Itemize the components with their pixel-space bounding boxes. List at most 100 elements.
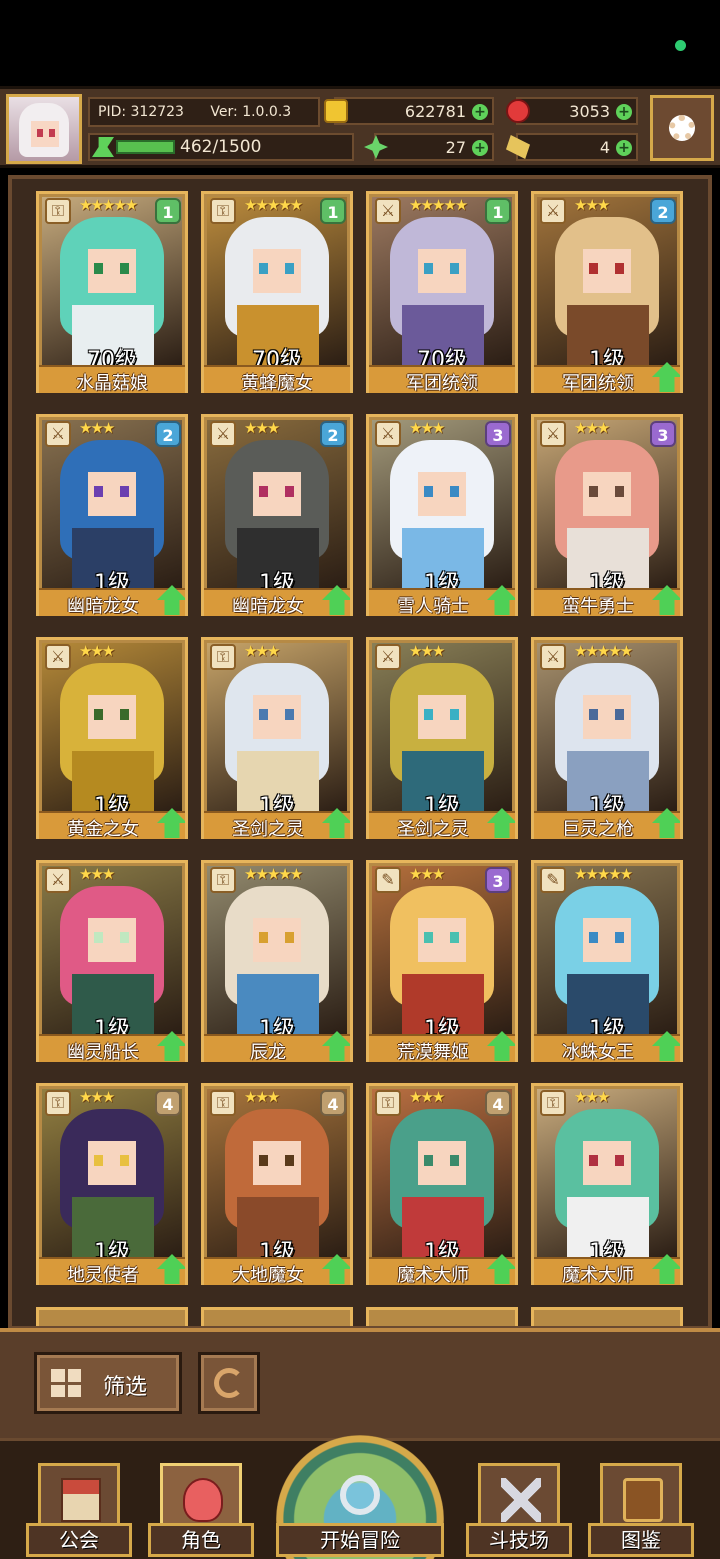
character-card[interactable]: ⚔ ★★★★★ 1 70级 军团统领 <box>366 191 518 393</box>
filter-button[interactable]: 筛选 <box>34 1352 182 1414</box>
portrait-eye <box>259 932 268 943</box>
bottom-nav: 公会 角色 开始冒险 斗技场 图鉴 <box>0 1435 720 1559</box>
gold-value: 622781 <box>404 102 466 121</box>
portrait-eye <box>259 1155 268 1166</box>
name-bar: 幽灵船长 <box>39 1034 185 1062</box>
character-card[interactable]: ⚔ ★★★★★ 1级 巨灵之枪 <box>531 637 683 839</box>
portrait-eye <box>259 709 268 720</box>
character-name: 黄蜂魔女 <box>241 373 313 393</box>
character-name: 水晶菇娘 <box>76 373 148 393</box>
portrait-eye <box>120 486 129 497</box>
star-rating: ★★★ <box>244 1088 280 1106</box>
nav-arena-label[interactable]: 斗技场 <box>466 1523 572 1557</box>
wand-class-icon: ✎ <box>540 867 566 893</box>
guild-building-icon <box>61 1478 101 1522</box>
character-card[interactable]: ✎ ★★★★★ 1级 冰蛛女王 <box>531 860 683 1062</box>
character-card[interactable]: ⚔ ★★★ 2 1级 幽暗龙女 <box>201 414 353 616</box>
sword-class-icon: ⚔ <box>540 421 566 447</box>
star-rating: ★★★ <box>409 642 445 660</box>
portrait-eye <box>450 1155 459 1166</box>
character-card[interactable]: ⚔ ★★★ 1级 圣剑之灵 <box>366 637 518 839</box>
tier-badge: 4 <box>155 1090 181 1116</box>
key-class-icon: ⚿ <box>45 1090 71 1116</box>
star-rating: ★★★ <box>79 642 115 660</box>
character-card[interactable]: ✎ ★★★ 3 1级 荒漠舞姬 <box>366 860 518 1062</box>
portrait-eye <box>615 1155 624 1166</box>
character-card[interactable]: ⚿ ★★★★★ 1 70级 水晶菇娘 <box>36 191 188 393</box>
portrait-eye <box>285 1155 294 1166</box>
portrait-eye <box>589 932 598 943</box>
character-card-partial[interactable] <box>531 1307 683 1326</box>
name-bar: 大地魔女 <box>204 1257 350 1285</box>
portrait-eye <box>285 709 294 720</box>
character-card[interactable]: ⚿ ★★★ 4 1级 魔术大师 <box>366 1083 518 1285</box>
refresh-button[interactable] <box>198 1352 260 1414</box>
character-card[interactable]: ⚔ ★★★ 3 1级 雪人骑士 <box>366 414 518 616</box>
portrait-eye <box>424 932 433 943</box>
tier-badge: 1 <box>320 198 346 224</box>
character-name: 圣剑之灵 <box>397 819 469 839</box>
nav-role-label[interactable]: 角色 <box>148 1523 254 1557</box>
settings-button[interactable] <box>650 95 714 161</box>
player-avatar[interactable] <box>6 94 82 164</box>
gold-coin-icon <box>324 99 348 123</box>
character-card-partial[interactable] <box>36 1307 188 1326</box>
gem-counter[interactable]: 3053 + <box>506 97 638 125</box>
tier-badge: 1 <box>155 198 181 224</box>
character-head-icon <box>183 1478 223 1522</box>
portrait-eye <box>615 932 624 943</box>
portrait-eye <box>94 263 103 274</box>
character-card[interactable]: ⚔ ★★★ 3 1级 蛮牛勇士 <box>531 414 683 616</box>
character-card[interactable]: ⚿ ★★★ 1级 圣剑之灵 <box>201 637 353 839</box>
nav-adventure[interactable]: 开始冒险 <box>276 1435 444 1559</box>
character-card-partial[interactable] <box>201 1307 353 1326</box>
character-card[interactable]: ⚔ ★★★ 2 1级 幽暗龙女 <box>36 414 188 616</box>
ticket-counter[interactable]: 4 + <box>506 133 638 161</box>
nav-guild-label[interactable]: 公会 <box>26 1523 132 1557</box>
nav-adventure-label[interactable]: 开始冒险 <box>276 1523 444 1557</box>
xp-icon <box>92 137 114 157</box>
avatar-eye-left <box>37 129 43 137</box>
tier-badge: 3 <box>650 421 676 447</box>
tier-badge: 3 <box>485 867 511 893</box>
top-bar: PID: 312723 Ver: 1.0.0.3 462/1500 622781… <box>0 86 720 168</box>
tier-badge: 2 <box>320 421 346 447</box>
star-rating: ★★★ <box>409 419 445 437</box>
character-card[interactable]: ⚔ ★★★ 1级 黄金之女 <box>36 637 188 839</box>
star-rating: ★★★★★ <box>409 196 468 214</box>
character-card[interactable]: ⚿ ★★★ 4 1级 大地魔女 <box>201 1083 353 1285</box>
add-gem-icon[interactable]: + <box>616 104 632 120</box>
portrait-eye <box>259 486 268 497</box>
character-card[interactable]: ⚿ ★★★ 1级 魔术大师 <box>531 1083 683 1285</box>
clover-value: 27 <box>445 138 466 157</box>
portrait-eye <box>259 263 268 274</box>
character-card[interactable]: ⚿ ★★★★★ 1级 辰龙 <box>201 860 353 1062</box>
tier-badge: 1 <box>485 198 511 224</box>
key-class-icon: ⚿ <box>210 1090 236 1116</box>
clover-counter[interactable]: 27 + <box>364 133 494 161</box>
character-card[interactable]: ⚔ ★★★ 2 1级 军团统领 <box>531 191 683 393</box>
name-bar: 圣剑之灵 <box>204 811 350 839</box>
character-card[interactable]: ⚿ ★★★★★ 1 70级 黄蜂魔女 <box>201 191 353 393</box>
star-rating: ★★★ <box>79 865 115 883</box>
name-bar: 雪人骑士 <box>369 588 515 616</box>
star-rating: ★★★ <box>79 419 115 437</box>
key-class-icon: ⚿ <box>45 198 71 224</box>
portrait-eye <box>94 1155 103 1166</box>
portrait-eye <box>94 486 103 497</box>
character-name: 黄金之女 <box>67 819 139 839</box>
character-card[interactable]: ⚔ ★★★ 1级 幽灵船长 <box>36 860 188 1062</box>
sword-class-icon: ⚔ <box>45 644 71 670</box>
status-bar <box>0 0 720 86</box>
gold-counter[interactable]: 622781 + <box>324 97 494 125</box>
character-card[interactable]: ⚿ ★★★ 4 1级 地灵使者 <box>36 1083 188 1285</box>
add-gold-icon[interactable]: + <box>472 104 488 120</box>
character-card-partial[interactable] <box>366 1307 518 1326</box>
nav-codex-label[interactable]: 图鉴 <box>588 1523 694 1557</box>
portrait-eye <box>424 263 433 274</box>
star-rating: ★★★ <box>79 1088 115 1106</box>
add-clover-icon[interactable]: + <box>472 140 488 156</box>
character-name: 军团统领 <box>562 373 634 393</box>
add-ticket-icon[interactable]: + <box>616 140 632 156</box>
name-bar: 荒漠舞姬 <box>369 1034 515 1062</box>
